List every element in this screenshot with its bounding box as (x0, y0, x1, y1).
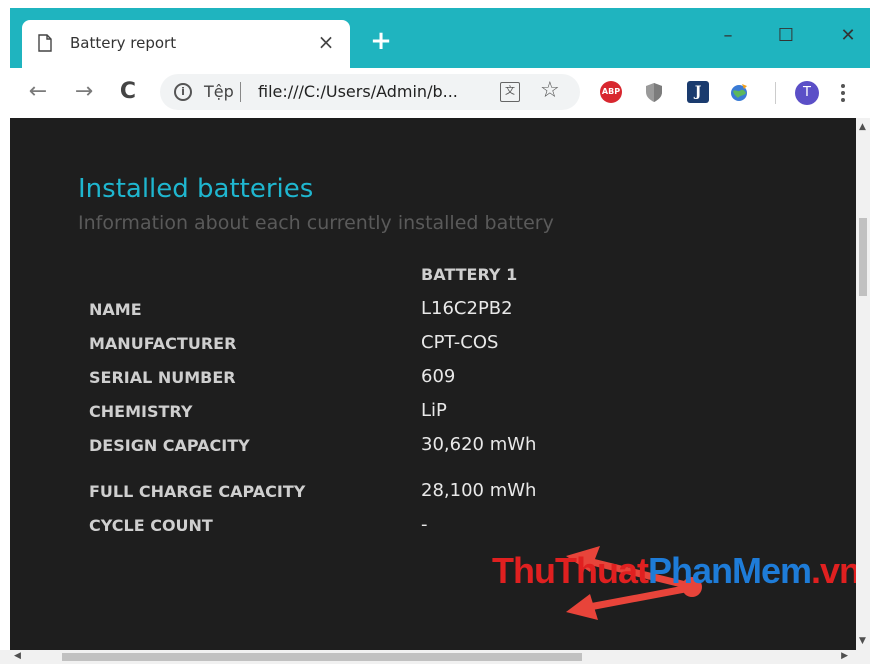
row-label-manufacturer: MANUFACTURER (89, 334, 237, 353)
row-value-name: L16C2PB2 (421, 298, 513, 319)
row-label-chemistry: CHEMISTRY (89, 402, 193, 421)
minimize-button[interactable]: – (712, 22, 744, 50)
tab-battery-report[interactable]: Battery report × (22, 20, 350, 68)
watermark-part-1: ThuThuat (492, 550, 649, 591)
watermark-part-3: .vn (811, 550, 856, 591)
maximize-button[interactable]: ☐ (770, 22, 802, 50)
toolbar-divider (775, 82, 776, 104)
address-bar[interactable]: i Tệp file:///C:/Users/Admin/b... 文 ☆ (160, 74, 580, 110)
row-value-manufacturer: CPT-COS (421, 332, 499, 353)
shield-extension-icon[interactable] (643, 81, 665, 103)
page-heading: Installed batteries (78, 174, 314, 204)
tab-close-button[interactable]: × (314, 30, 338, 54)
row-label-name: NAME (89, 300, 142, 319)
battery-report-page: Installed batteries Information about ea… (10, 118, 856, 650)
new-tab-button[interactable]: + (368, 28, 394, 54)
horizontal-scroll-thumb[interactable] (62, 653, 582, 661)
profile-avatar[interactable]: T (795, 81, 819, 105)
watermark-part-2: PhanMem (647, 550, 812, 591)
row-label-serial-number: SERIAL NUMBER (89, 368, 236, 387)
browser-toolbar: ← → C i Tệp file:///C:/Users/Admin/b... … (10, 68, 870, 119)
translate-icon[interactable]: 文 (500, 82, 520, 102)
scroll-left-arrow-icon[interactable]: ◀ (14, 651, 21, 661)
vertical-scroll-thumb[interactable] (859, 218, 867, 296)
kebab-menu-icon[interactable] (840, 80, 846, 106)
tab-title: Battery report (70, 34, 177, 52)
globe-extension-icon[interactable] (728, 81, 750, 103)
page-subheading: Information about each currently install… (78, 212, 554, 234)
url-text[interactable]: file:///C:/Users/Admin/b... (258, 82, 458, 101)
forward-button[interactable]: → (70, 78, 98, 106)
back-button[interactable]: ← (24, 78, 52, 106)
browser-window: – ☐ ✕ Battery report × + ← → C i Tệp fil… (0, 0, 870, 664)
close-window-button[interactable]: ✕ (832, 22, 864, 50)
scheme-label: Tệp (204, 82, 234, 101)
annotation-arrowhead-lower (566, 594, 598, 620)
row-value-design-capacity: 30,620 mWh (421, 434, 537, 455)
row-value-chemistry: LiP (421, 400, 447, 421)
scroll-down-arrow-icon[interactable]: ▼ (859, 636, 866, 646)
scroll-up-arrow-icon[interactable]: ▲ (859, 122, 866, 132)
horizontal-scrollbar[interactable]: ◀ ▶ (0, 650, 870, 664)
adblock-plus-icon[interactable]: ABP (600, 81, 622, 103)
row-label-full-charge-capacity: FULL CHARGE CAPACITY (89, 482, 306, 501)
row-value-serial-number: 609 (421, 366, 456, 387)
scroll-right-arrow-icon[interactable]: ▶ (841, 651, 848, 661)
row-value-full-charge-capacity: 28,100 mWh (421, 480, 537, 501)
row-value-cycle-count: - (421, 514, 428, 535)
watermark: ThuThuatPhanMem.vn (492, 550, 856, 592)
document-icon (38, 34, 52, 52)
info-icon[interactable]: i (174, 83, 192, 101)
reload-button[interactable]: C (114, 78, 142, 106)
bookmark-star-icon[interactable]: ☆ (540, 78, 560, 103)
battery-column-header: BATTERY 1 (421, 265, 518, 284)
vertical-scrollbar[interactable]: ▲ ▼ (856, 118, 870, 650)
row-label-cycle-count: CYCLE COUNT (89, 516, 213, 535)
extension-j-icon[interactable]: J (687, 81, 709, 103)
row-label-design-capacity: DESIGN CAPACITY (89, 436, 250, 455)
omnibox-divider (240, 82, 241, 102)
